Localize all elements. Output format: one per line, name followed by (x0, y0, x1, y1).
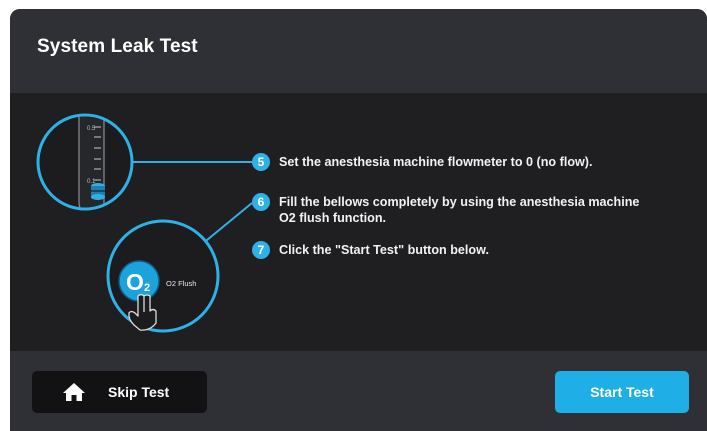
flowmeter-mark-high: 0.5 (87, 126, 96, 132)
dialog-header: System Leak Test (10, 9, 707, 93)
dialog-footer: Skip Test Start Test (10, 351, 707, 431)
skip-test-label: Skip Test (108, 384, 170, 400)
step-number: 7 (252, 241, 270, 259)
step-item-7: 7 Click the "Start Test" button below. (252, 241, 659, 259)
skip-test-button[interactable]: Skip Test (32, 371, 207, 413)
o2-button-letter: O (126, 269, 144, 295)
dialog-title: System Leak Test (37, 36, 198, 57)
step-item-5: 5 Set the anesthesia machine flowmeter t… (252, 153, 659, 171)
home-icon (63, 383, 85, 401)
o2-flush-icon: O 2 O2 Flush (106, 219, 220, 333)
flowmeter-icon: 0.5 0.1 (36, 113, 134, 211)
step-text: Click the "Start Test" button below. (279, 243, 489, 257)
step-item-6: 6 Fill the bellows completely by using t… (252, 193, 659, 226)
step-number: 5 (252, 153, 270, 171)
o2-button-subscript: 2 (144, 282, 150, 294)
dialog-content: 0.5 0.1 O 2 O2 Flush 5 Set the anesthesi… (10, 93, 707, 351)
leak-test-dialog: System Leak Test 0.5 0.1 O 2 O2 Flush 5 … (10, 9, 707, 431)
flowmeter-mark-low: 0.1 (87, 179, 96, 185)
start-test-button[interactable]: Start Test (555, 371, 689, 413)
step-text: Fill the bellows completely by using the… (279, 195, 640, 225)
o2-flush-label: O2 Flush (166, 279, 196, 288)
step-text: Set the anesthesia machine flowmeter to … (279, 155, 593, 169)
step-number: 6 (252, 193, 270, 211)
